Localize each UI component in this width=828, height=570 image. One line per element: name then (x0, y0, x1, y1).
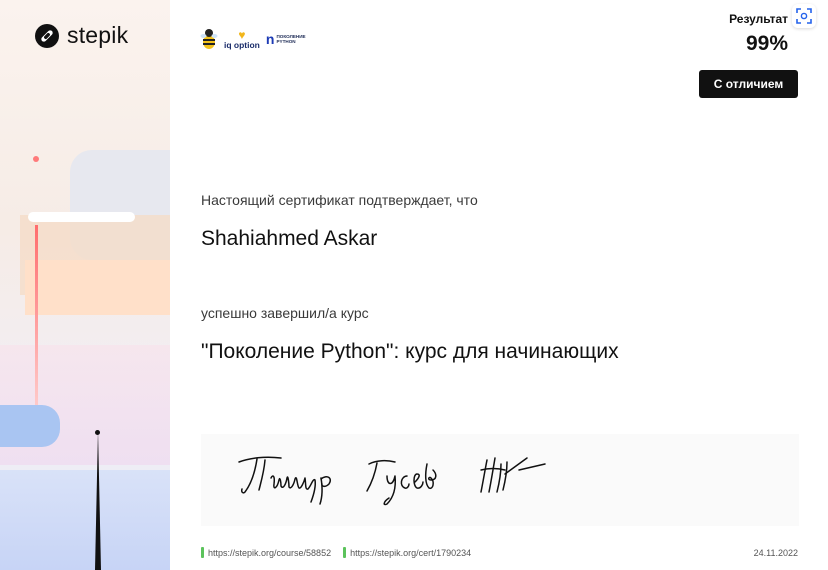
cert-url[interactable]: https://stepik.org/cert/1790234 (350, 548, 471, 558)
decor-shape (0, 470, 170, 570)
decor-spike (95, 430, 101, 570)
link-marker (201, 547, 204, 558)
result-value: 99% (745, 32, 788, 55)
signature-box (201, 434, 799, 526)
decor-line (35, 225, 38, 405)
logo-text: stepik (67, 22, 129, 48)
footer: https://stepik.org/course/58852 https://… (201, 547, 798, 558)
heart-icon: ♥ (238, 27, 246, 42)
decor-dot (95, 430, 100, 435)
pokolenie-python-logo: n ПОКОЛЕНИЕ PYTHON (266, 31, 306, 47)
decor-shape (25, 260, 170, 315)
certificate-intro: Настоящий сертификат подтверждает, что (201, 192, 478, 208)
iq-option-label: iq option (224, 39, 260, 50)
bee-icon (200, 29, 218, 49)
decorative-sidebar: stepik (0, 0, 170, 570)
completion-text: успешно завершил/а курс (201, 305, 369, 321)
link-marker (343, 547, 347, 558)
course-link[interactable]: https://stepik.org/course/58852 (201, 547, 331, 558)
certificate-link[interactable]: https://stepik.org/cert/1790234 (343, 547, 471, 558)
scan-button[interactable] (792, 4, 816, 28)
distinction-badge: С отличием (699, 70, 798, 98)
iq-option-logo: ♥ iq option (224, 29, 260, 50)
partner-logos: ♥ iq option n ПОКОЛЕНИЕ PYTHON (200, 28, 306, 50)
decor-dot (33, 156, 39, 162)
decor-shape (0, 405, 60, 447)
result-label: Результат (729, 12, 788, 26)
course-title: "Поколение Python": курс для начинающих (201, 340, 619, 363)
issue-date: 24.11.2022 (753, 547, 798, 558)
pp-line2: PYTHON (276, 39, 296, 44)
stepik-logo-icon (35, 23, 59, 48)
scan-icon (796, 8, 812, 24)
pp-mark: n (265, 31, 275, 47)
signature-image (238, 456, 546, 506)
course-url[interactable]: https://stepik.org/course/58852 (208, 548, 331, 558)
stepik-logo[interactable]: stepik (34, 22, 128, 49)
decor-bar (28, 212, 135, 222)
result-block: Результат 99% (729, 12, 788, 56)
recipient-name: Shahiahmed Askar (201, 227, 378, 250)
